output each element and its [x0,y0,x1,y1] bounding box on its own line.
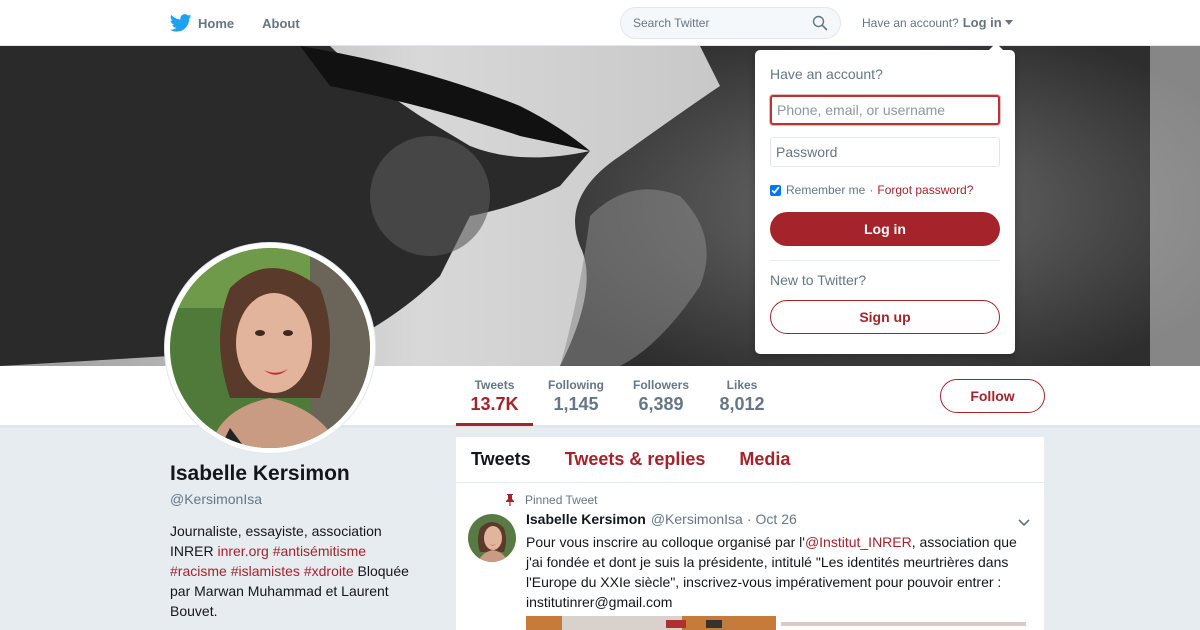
divider [770,260,1000,261]
stat-label: Following [548,378,604,392]
bio-hashtag[interactable]: #racisme [170,563,227,579]
password-field[interactable] [770,137,1000,167]
pin-icon [506,494,514,506]
login-button[interactable]: Log in [770,212,1000,246]
nav-about-label: About [262,15,300,31]
bio-hashtag[interactable]: #antisémitisme [273,543,366,559]
remember-separator: · [869,183,874,197]
stat-label: Tweets [474,378,515,392]
tweet-text: Pour vous inscrire au colloque organisé … [526,532,1031,612]
nav-left: Home About [170,0,328,46]
have-account: Have an account? Log in [862,15,1013,30]
pinned-indicator: Pinned Tweet [506,493,598,507]
login-dropdown-toggle[interactable]: Log in [963,15,1002,30]
chevron-down-icon[interactable] [1017,518,1031,528]
stat-value: 8,012 [719,394,765,414]
pinned-label: Pinned Tweet [525,493,598,507]
stat-label: Followers [632,378,689,392]
search-input[interactable]: Search Twitter [620,7,841,39]
profile-handle[interactable]: @KersimonIsa [170,491,262,507]
stat-value: 6,389 [638,394,684,414]
stat-likes[interactable]: Likes 8,012 [712,366,772,426]
bio-link-website[interactable]: inrer.org [217,543,268,559]
signup-button[interactable]: Sign up [770,300,1000,334]
stat-value: 1,145 [553,394,599,414]
stat-tweets[interactable]: Tweets 13.7K [456,366,533,426]
bio-hashtag[interactable]: #islamistes [231,563,300,579]
search-placeholder: Search Twitter [633,16,710,30]
stat-following[interactable]: Following 1,145 [540,366,612,426]
search-icon[interactable] [812,15,828,31]
tweet-avatar-photo [468,514,516,562]
tweet-header: Isabelle Kersimon @KersimonIsa · Oct 26 [526,511,797,527]
forgot-password-link[interactable]: Forgot password? [877,183,973,197]
tab-media[interactable]: Media [739,449,790,470]
card-thumbnail [526,616,1026,630]
tweet-author-name[interactable]: Isabelle Kersimon [526,511,646,527]
remember-checkbox[interactable] [770,184,781,196]
bio-hashtag[interactable]: #xdroite [304,563,354,579]
pinned-tweet[interactable]: Pinned Tweet Isabelle Kersimon @Kersimon… [456,483,1044,630]
username-field[interactable] [770,95,1000,125]
stat-value: 13.7K [470,394,519,414]
profile-avatar[interactable] [165,243,375,453]
top-nav: Home About Search Twitter Have an accoun… [0,0,1200,46]
profile-name[interactable]: Isabelle Kersimon [170,462,350,486]
twitter-bird-icon [170,14,192,32]
stat-label: Likes [726,378,758,392]
tweet-timestamp[interactable]: Oct 26 [756,511,797,527]
nav-home[interactable]: Home [170,0,234,46]
profile-bio: Journaliste, essayiste, association INRE… [170,521,420,621]
new-to-twitter: New to Twitter? [770,272,867,288]
tab-tweets-replies[interactable]: Tweets & replies [565,449,706,470]
tweet-mention[interactable]: @Institut_INRER [805,534,912,550]
tweet-avatar[interactable] [468,514,516,562]
tweet-card-preview[interactable] [526,616,1031,630]
remember-row: Remember me · Forgot password? [770,183,973,197]
caret-down-icon[interactable] [1004,20,1013,25]
follow-button[interactable]: Follow [940,379,1045,413]
avatar-photo [170,248,370,448]
dropdown-title: Have an account? [770,66,883,82]
tweet-author-handle[interactable]: @KersimonIsa [651,511,743,527]
tweet-text-part: Pour vous inscrire au colloque organisé … [526,534,805,550]
have-account-text: Have an account? [862,15,959,30]
nav-home-label: Home [198,15,235,31]
login-dropdown: Have an account? Remember me · Forgot pa… [755,43,1015,354]
tab-tweets[interactable]: Tweets [471,449,531,470]
nav-about[interactable]: About [262,0,300,46]
tweet-separator: · [746,511,752,527]
stat-followers[interactable]: Followers 6,389 [626,366,696,426]
timeline: Tweets Tweets & replies Media Pinned Twe… [456,437,1044,630]
timeline-tabs: Tweets Tweets & replies Media [456,437,1044,483]
remember-label[interactable]: Remember me [786,183,865,197]
